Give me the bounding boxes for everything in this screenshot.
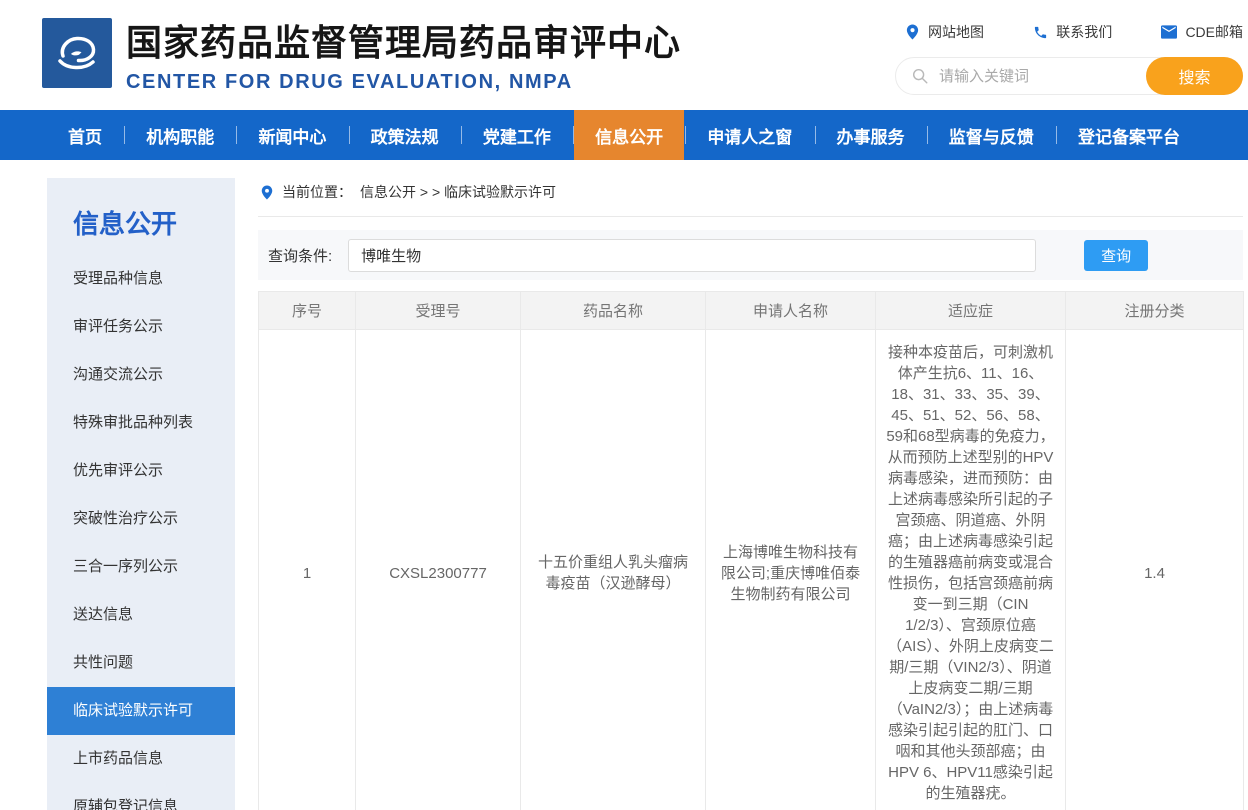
cell-indication: 接种本疫苗后，可刺激机体产生抗6、11、16、18、31、33、35、39、45… bbox=[876, 330, 1066, 810]
table-header-row: 序号 受理号 药品名称 申请人名称 适应症 注册分类 bbox=[259, 292, 1244, 330]
breadcrumb-pin-icon bbox=[260, 185, 274, 200]
nav-item-registration-platform[interactable]: 登记备案平台 bbox=[1057, 110, 1201, 160]
sidebar-item-review-tasks[interactable]: 审评任务公示 bbox=[47, 303, 235, 351]
main-nav: 首页 机构职能 新闻中心 政策法规 党建工作 信息公开 申请人之窗 办事服务 监… bbox=[0, 110, 1248, 160]
nav-item-policies[interactable]: 政策法规 bbox=[350, 110, 460, 160]
nav-item-party-building[interactable]: 党建工作 bbox=[462, 110, 572, 160]
col-header-applicant: 申请人名称 bbox=[706, 292, 876, 330]
query-condition-input[interactable] bbox=[348, 239, 1036, 272]
cell-category: 1.4 bbox=[1066, 330, 1244, 810]
sidebar-item-three-in-one[interactable]: 三合一序列公示 bbox=[47, 543, 235, 591]
location-pin-icon bbox=[905, 24, 920, 40]
table-row: 1 CXSL2300777 十五价重组人乳头瘤病毒疫苗（汉逊酵母） 上海博唯生物… bbox=[259, 330, 1244, 810]
cde-logo bbox=[42, 18, 112, 88]
sidebar-item-accepted-varieties[interactable]: 受理品种信息 bbox=[47, 255, 235, 303]
query-button[interactable]: 查询 bbox=[1084, 240, 1148, 271]
cell-applicant: 上海博唯生物科技有限公司;重庆博唯佰泰生物制药有限公司 bbox=[706, 330, 876, 810]
contact-us-link[interactable]: 联系我们 bbox=[1033, 22, 1112, 42]
col-header-category: 注册分类 bbox=[1066, 292, 1244, 330]
brand-block: 国家药品监督管理局药品审评中心 CENTER FOR DRUG EVALUATI… bbox=[126, 14, 681, 94]
results-table: 序号 受理号 药品名称 申请人名称 适应症 注册分类 1 CXSL2300777… bbox=[258, 291, 1244, 810]
sidebar: 信息公开 受理品种信息 审评任务公示 沟通交流公示 特殊审批品种列表 优先审评公… bbox=[47, 178, 235, 810]
breadcrumb-label: 当前位置： bbox=[282, 182, 352, 202]
sidebar-item-common-issues[interactable]: 共性问题 bbox=[47, 639, 235, 687]
sidebar-title: 信息公开 bbox=[47, 178, 235, 255]
query-bar: 查询条件: 查询 bbox=[258, 230, 1243, 280]
header-search: 搜索 bbox=[895, 57, 1243, 95]
nav-item-news[interactable]: 新闻中心 bbox=[237, 110, 347, 160]
col-header-seq: 序号 bbox=[259, 292, 356, 330]
cell-drug-name: 十五价重组人乳头瘤病毒疫苗（汉逊酵母） bbox=[521, 330, 706, 810]
sidebar-item-communication[interactable]: 沟通交流公示 bbox=[47, 351, 235, 399]
cde-logo-icon bbox=[50, 26, 104, 80]
col-header-acceptance-no: 受理号 bbox=[356, 292, 521, 330]
phone-icon bbox=[1033, 25, 1048, 40]
col-header-drug-name: 药品名称 bbox=[521, 292, 706, 330]
sidebar-item-delivery-info[interactable]: 送达信息 bbox=[47, 591, 235, 639]
sitemap-link-label: 网站地图 bbox=[928, 22, 984, 42]
site-subtitle: CENTER FOR DRUG EVALUATION, NMPA bbox=[126, 71, 681, 94]
nav-item-home[interactable]: 首页 bbox=[47, 110, 123, 160]
nav-item-supervision-feedback[interactable]: 监督与反馈 bbox=[928, 110, 1055, 160]
cde-mail-link[interactable]: CDE邮箱 bbox=[1161, 22, 1243, 42]
cell-acceptance-no: CXSL2300777 bbox=[356, 330, 521, 810]
site-header: 国家药品监督管理局药品审评中心 CENTER FOR DRUG EVALUATI… bbox=[0, 0, 1248, 110]
sidebar-item-raw-material-registration[interactable]: 原辅包登记信息 bbox=[47, 783, 235, 810]
sidebar-item-clinical-trial-default-permission[interactable]: 临床试验默示许可 bbox=[47, 687, 235, 735]
sitemap-link[interactable]: 网站地图 bbox=[905, 22, 984, 42]
sidebar-item-marketed-drugs[interactable]: 上市药品信息 bbox=[47, 735, 235, 783]
breadcrumb-trail: 信息公开 > > 临床试验默示许可 bbox=[360, 182, 556, 202]
sidebar-item-priority-review[interactable]: 优先审评公示 bbox=[47, 447, 235, 495]
main-nav-items: 首页 机构职能 新闻中心 政策法规 党建工作 信息公开 申请人之窗 办事服务 监… bbox=[47, 110, 1201, 160]
col-header-indication: 适应症 bbox=[876, 292, 1066, 330]
sidebar-item-breakthrough-therapy[interactable]: 突破性治疗公示 bbox=[47, 495, 235, 543]
breadcrumb: 当前位置： 信息公开 > > 临床试验默示许可 bbox=[258, 178, 1243, 217]
sidebar-item-special-approval-list[interactable]: 特殊审批品种列表 bbox=[47, 399, 235, 447]
nav-item-services[interactable]: 办事服务 bbox=[816, 110, 926, 160]
header-quick-links: 网站地图 联系我们 CDE邮箱 bbox=[905, 22, 1243, 42]
nav-item-applicant-window[interactable]: 申请人之窗 bbox=[686, 110, 813, 160]
query-condition-label: 查询条件: bbox=[268, 245, 332, 266]
header-search-button[interactable]: 搜索 bbox=[1146, 57, 1243, 95]
main-content: 当前位置： 信息公开 > > 临床试验默示许可 查询条件: 查询 序号 受理号 药… bbox=[258, 178, 1243, 810]
search-icon bbox=[911, 67, 929, 85]
header-search-input[interactable] bbox=[939, 68, 1146, 85]
contact-us-link-label: 联系我们 bbox=[1056, 22, 1112, 42]
nav-item-organization[interactable]: 机构职能 bbox=[125, 110, 235, 160]
site-title: 国家药品监督管理局药品审评中心 bbox=[126, 14, 681, 66]
nav-item-info-disclosure[interactable]: 信息公开 bbox=[574, 110, 684, 160]
cde-mail-link-label: CDE邮箱 bbox=[1185, 22, 1243, 42]
cell-seq: 1 bbox=[259, 330, 356, 810]
envelope-icon bbox=[1161, 25, 1177, 39]
